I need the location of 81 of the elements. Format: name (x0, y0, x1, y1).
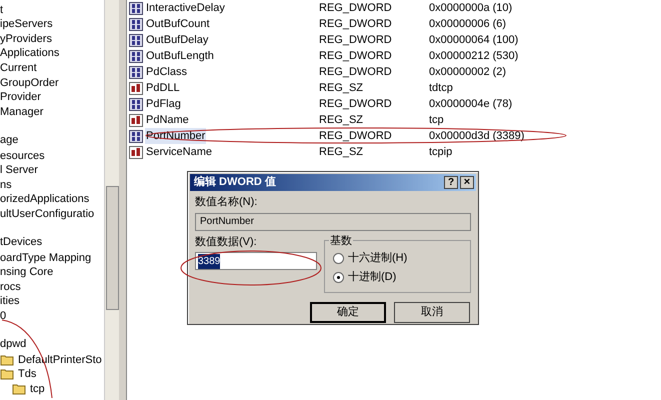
dialog-button[interactable]: 取消 (394, 302, 470, 322)
value-data: 0x00000d3d (3389) (429, 128, 524, 144)
value-data: tcpip (429, 144, 452, 160)
value-data-field[interactable]: 3389 (195, 252, 317, 270)
tree-item[interactable]: yProviders (0, 34, 52, 45)
value-data: 0x00000002 (2) (429, 64, 506, 80)
tree-item[interactable]: Manager (0, 106, 44, 118)
pane-splitter[interactable] (119, 0, 127, 400)
value-type: REG_DWORD (319, 16, 393, 32)
value-name[interactable]: OutBufCount (145, 16, 211, 32)
value-data: tdtcp (429, 80, 453, 96)
string-value-icon (129, 146, 143, 158)
value-data: tcp (429, 112, 444, 128)
tree-item[interactable]: Current (0, 62, 37, 74)
binary-value-icon (129, 66, 143, 78)
dialog-button[interactable]: 确定 (310, 302, 386, 322)
value-type: REG_SZ (319, 144, 364, 160)
tree-item[interactable]: orizedApplications (0, 194, 90, 206)
tree-item[interactable]: Applications (0, 48, 60, 60)
tree-item[interactable]: GroupOrder (0, 78, 59, 89)
binary-value-icon (129, 130, 143, 142)
tree-item[interactable]: Provider (0, 92, 41, 104)
string-value-icon (129, 114, 143, 126)
radio-button[interactable] (333, 272, 344, 282)
value-name[interactable]: InteractiveDelay (145, 0, 226, 16)
value-type: REG_DWORD (319, 48, 393, 64)
binary-value-icon (129, 98, 143, 110)
value-name[interactable]: OutBufLength (145, 48, 215, 64)
value-type: REG_DWORD (319, 128, 393, 144)
tree-item[interactable]: t (0, 4, 4, 16)
scroll-thumb[interactable] (106, 186, 119, 310)
help-button[interactable]: ? (444, 176, 458, 189)
scrollbar[interactable] (104, 0, 119, 400)
value-data: 0x0000000a (10) (429, 0, 512, 16)
radio-option[interactable]: 十进制(D) (333, 268, 462, 286)
binary-value-icon (129, 18, 143, 30)
binary-value-icon (129, 2, 143, 14)
value-data: 0x00000064 (100) (429, 32, 518, 48)
tree-item[interactable]: Tds (18, 369, 36, 380)
tree-item[interactable]: oardType Mapping (0, 252, 92, 264)
value-name[interactable]: ServiceName (145, 144, 214, 160)
value-name[interactable]: PdFlag (145, 96, 182, 112)
value-name[interactable]: PdDLL (145, 80, 181, 96)
string-value-icon (129, 82, 143, 94)
radio-button[interactable] (333, 252, 344, 264)
value-name-field[interactable]: PortNumber (195, 212, 471, 230)
value-data-label: 数值数据(V): (195, 234, 258, 250)
folder-icon (12, 383, 26, 396)
tree-item[interactable]: tcp (30, 384, 45, 396)
value-type: REG_DWORD (319, 64, 393, 80)
value-type: REG_DWORD (319, 0, 393, 16)
value-data: 0x0000004e (78) (429, 96, 512, 112)
tree-item[interactable]: ultUserConfiguratio (0, 208, 94, 220)
tree-item[interactable]: esources (0, 150, 45, 162)
tree-item[interactable]: nsing Core (0, 267, 54, 278)
value-data: 0x00000006 (6) (429, 16, 506, 32)
radio-option[interactable]: 十六进制(H) (333, 248, 462, 268)
tree-item[interactable]: dpwd (0, 339, 26, 350)
value-name[interactable]: OutBufDelay (145, 32, 210, 48)
value-name[interactable]: PdName (145, 112, 190, 128)
tree-item[interactable]: l Server (0, 165, 38, 176)
folder-icon (0, 368, 14, 380)
tree-item[interactable]: age (0, 134, 18, 146)
tree-item[interactable]: 0 (0, 311, 6, 322)
value-type: REG_DWORD (319, 32, 393, 48)
tree-item[interactable]: ns (0, 180, 12, 191)
value-type: REG_DWORD (319, 96, 393, 112)
dialog-title: 编辑 DWORD 值 (194, 174, 276, 190)
binary-value-icon (129, 50, 143, 62)
value-data: 0x00000212 (530) (429, 48, 518, 64)
tree-item[interactable]: tDevices (0, 237, 42, 248)
close-button[interactable]: × (460, 176, 474, 189)
tree-item[interactable]: ities (0, 296, 20, 308)
value-type: REG_SZ (319, 112, 364, 128)
tree-item[interactable]: ipeServers (0, 19, 53, 30)
value-type: REG_SZ (319, 80, 364, 96)
binary-value-icon (129, 34, 143, 46)
tree-item[interactable]: rocs (0, 282, 21, 293)
value-name[interactable]: PdClass (145, 64, 188, 80)
folder-icon (0, 354, 14, 366)
value-name-label: 数值名称(N): (195, 195, 258, 210)
